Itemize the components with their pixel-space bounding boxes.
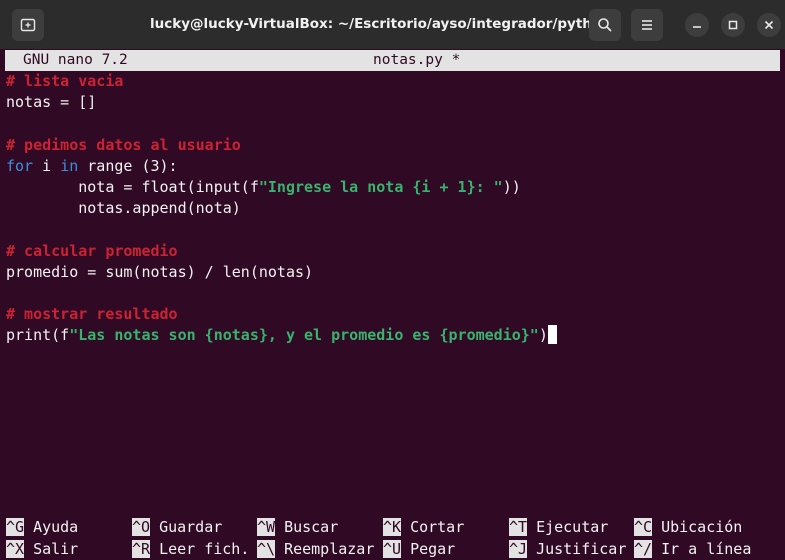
- shortcut-label: Salir: [33, 540, 79, 558]
- shortcut-label: Cortar: [410, 518, 465, 536]
- code-keyword: in: [60, 156, 79, 175]
- shortcut-label: Justificar: [536, 540, 627, 558]
- minimize-icon: [693, 26, 701, 28]
- shortcut-key: ^C: [634, 518, 653, 536]
- shortcut-key: ^O: [132, 518, 151, 536]
- code-line: # pedimos datos al usuario: [6, 135, 781, 156]
- nano-version: GNU nano 7.2: [23, 52, 128, 68]
- code-line: # calcular promedio: [6, 241, 781, 262]
- shortcut-item[interactable]: ^X Salir: [6, 539, 78, 560]
- shortcut-item[interactable]: ^C Ubicación: [634, 517, 742, 538]
- shortcut-item[interactable]: ^T Ejecutar: [509, 517, 608, 538]
- nano-header-bar: GNU nano 7.2 notas.py *: [5, 50, 780, 71]
- code-text: ): [538, 326, 548, 345]
- shortcut-key: ^\: [257, 540, 276, 558]
- shortcut-label: Pegar: [410, 540, 456, 558]
- code-line: notas.append(nota): [6, 198, 781, 219]
- search-icon: [598, 18, 612, 32]
- code-comment: # lista vacia: [6, 72, 124, 90]
- minimize-button[interactable]: [685, 13, 709, 37]
- text-cursor: [547, 325, 557, 345]
- shortcut-key: ^T: [509, 518, 528, 536]
- shortcut-item[interactable]: ^K Cortar: [383, 517, 464, 538]
- code-line: # mostrar resultado: [6, 304, 781, 325]
- code-string: "Ingrese la nota {i + 1}: ": [258, 177, 503, 196]
- shortcut-key: ^J: [509, 540, 528, 558]
- shortcut-label: Reemplazar: [284, 540, 375, 558]
- title-bar: lucky@lucky-VirtualBox: ~/Escritorio/ays…: [0, 0, 785, 49]
- shortcut-key: ^U: [383, 540, 402, 558]
- menu-button[interactable]: [631, 9, 663, 41]
- shortcut-item[interactable]: ^G Ayuda: [6, 517, 78, 538]
- terminal-window: lucky@lucky-VirtualBox: ~/Escritorio/ays…: [0, 0, 785, 560]
- code-comment: # pedimos datos al usuario: [6, 135, 241, 154]
- code-line: for i in range (3):: [6, 156, 781, 177]
- shortcut-item[interactable]: ^O Guardar: [132, 517, 222, 538]
- new-tab-button[interactable]: [12, 9, 44, 41]
- code-string: "Las notas son {notas}, y el promedio es…: [69, 326, 539, 345]
- shortcut-item[interactable]: ^\ Reemplazar: [257, 539, 374, 560]
- shortcut-key: ^K: [383, 518, 402, 536]
- shortcut-key: ^X: [6, 540, 25, 558]
- code-line: print(f"Las notas son {notas}, y el prom…: [6, 325, 781, 346]
- shortcut-label: Ayuda: [33, 518, 79, 536]
- shortcut-label: Ejecutar: [536, 518, 609, 536]
- code-text: notas.append(nota): [6, 199, 241, 218]
- file-name: notas.py *: [373, 52, 461, 68]
- code-comment: # mostrar resultado: [6, 305, 178, 324]
- code-text: i: [33, 156, 61, 175]
- shortcut-label: Ir a línea: [661, 540, 752, 558]
- close-button[interactable]: [757, 13, 781, 37]
- window-title: lucky@lucky-VirtualBox: ~/Escritorio/ays…: [150, 16, 611, 32]
- code-text: print(f: [6, 326, 70, 345]
- code-text: promedio = sum(notas) / len(notas): [6, 262, 314, 281]
- close-icon: [764, 20, 774, 30]
- code-text: notas = []: [6, 93, 97, 112]
- shortcut-key: ^G: [6, 518, 25, 536]
- shortcut-label: Ubicación: [661, 518, 743, 536]
- code-editor[interactable]: # lista vacia notas = [] # pedimos datos a…: [6, 71, 781, 346]
- shortcut-item[interactable]: ^R Leer fich.: [132, 539, 249, 560]
- code-comment: # calcular promedio: [6, 241, 178, 260]
- new-tab-icon: [20, 18, 36, 32]
- shortcut-label: Leer fich.: [159, 540, 250, 558]
- code-keyword: for: [6, 156, 34, 175]
- shortcut-label: Guardar: [159, 518, 223, 536]
- shortcut-item[interactable]: ^U Pegar: [383, 539, 455, 560]
- maximize-button[interactable]: [721, 13, 745, 37]
- shortcut-key: ^W: [257, 518, 276, 536]
- shortcut-key: ^R: [132, 540, 151, 558]
- search-button[interactable]: [589, 9, 621, 41]
- maximize-icon: [728, 20, 738, 30]
- code-text: range (3):: [78, 156, 178, 175]
- code-line: # lista vacia: [6, 71, 781, 92]
- code-line: nota = float(input(f"Ingrese la nota {i …: [6, 177, 781, 198]
- shortcut-item[interactable]: ^W Buscar: [257, 517, 338, 538]
- code-line: notas = []: [6, 92, 781, 113]
- shortcut-label: Buscar: [284, 518, 339, 536]
- shortcut-item[interactable]: ^/ Ir a línea: [634, 539, 751, 560]
- hamburger-menu-icon: [642, 20, 652, 30]
- code-line: promedio = sum(notas) / len(notas): [6, 262, 781, 283]
- code-text: nota = float(input(f: [6, 177, 259, 196]
- shortcut-key: ^/: [634, 540, 653, 558]
- code-text: )): [502, 177, 521, 196]
- shortcut-item[interactable]: ^J Justificar: [509, 539, 626, 560]
